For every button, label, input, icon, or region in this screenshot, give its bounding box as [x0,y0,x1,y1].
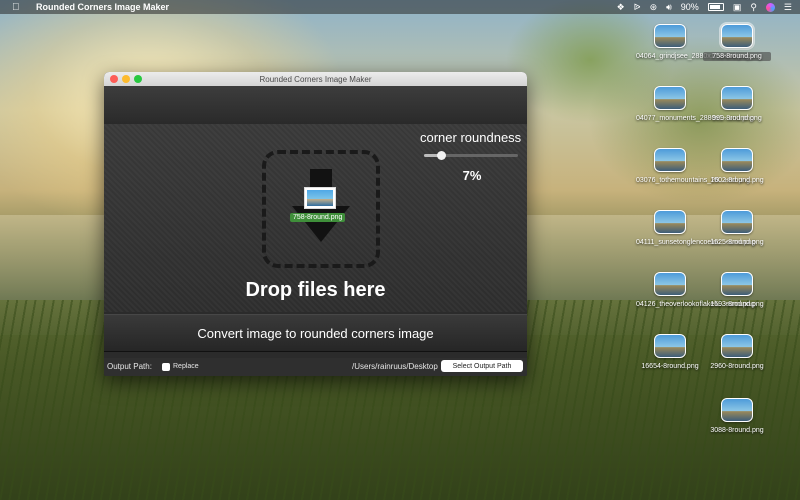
desktop-file[interactable]: 04077_monuments_2880x1...und.png [636,86,754,123]
roundness-slider[interactable] [424,151,518,160]
file-name: 04064_grindjsee_2880x1...ound.png [636,53,750,60]
file-thumbnail [719,22,755,50]
file-name: 04111_sunsetonglencoeloc...ound.png [636,239,756,246]
desktop-file[interactable]: 03076_tothemountains_28...und.png [636,148,751,185]
window-controls [110,75,142,83]
file-name: 16654-8round.png [641,363,699,370]
file-thumbnail [654,210,686,234]
search-icon[interactable]: ⚲ [750,2,757,13]
desktop-file[interactable]: 04064_grindjsee_2880x1...ound.png [636,24,750,61]
wifi-icon[interactable]: ⊛ [650,2,658,13]
minimize-button[interactable] [122,75,130,83]
bluetooth-icon[interactable]: ᐉ [634,2,641,13]
battery-icon[interactable] [707,3,724,11]
drop-label: Drop files here [245,279,386,301]
file-thumbnail [654,334,686,358]
desktop-file[interactable]: 04126_theoverlookoflakelu...ound.png [636,272,755,309]
file-name: 04077_monuments_2880x1...und.png [636,115,754,122]
desktop-file[interactable]: 1693-8round.png [703,272,771,309]
desktop-file[interactable]: 1625-8round.png [703,210,771,247]
desktop-file[interactable]: 1602-8round.png [703,148,771,185]
output-bar: Output Path: Replace /Users/rainruus/Des… [104,358,527,376]
desktop-file[interactable]: 3088-8round.png [703,398,771,435]
file-thumbnail [721,334,753,358]
notification-center-icon[interactable]: ☰ [784,2,792,13]
desktop-file[interactable]: 2960-8round.png [703,334,771,371]
volume-icon[interactable]: 🔊︎ [666,2,672,13]
replace-checkbox[interactable] [162,363,170,371]
file-name: 758-8round.png [703,52,771,61]
desktop-file[interactable]: 04111_sunsetonglencoeloc...ound.png [636,210,756,247]
file-thumbnail [721,86,753,110]
file-name: 1625-8round.png [710,239,764,246]
desktop-file[interactable]: 16654-8round.png [636,334,704,371]
file-thumbnail [721,398,753,422]
file-name: 1693-8round.png [710,301,764,308]
select-output-path-button[interactable]: Select Output Path [441,360,523,372]
zoom-button[interactable] [134,75,142,83]
window-titlebar[interactable]: Rounded Corners Image Maker [104,72,527,86]
file-thumbnail [721,272,753,296]
file-thumbnail [721,148,753,172]
dropbox-icon[interactable]: ❖ [617,2,625,13]
display-icon[interactable]: ▣ [733,2,742,13]
roundness-value: 7% [462,168,482,183]
roundness-slider-knob[interactable] [436,151,446,160]
battery-percent[interactable]: 90% [681,2,699,12]
file-thumbnail [654,24,686,48]
menu-app-name[interactable]: Rounded Corners Image Maker [36,2,169,12]
siri-icon[interactable] [765,2,775,12]
file-thumbnail [654,86,686,110]
file-name: 03076_tothemountains_28...und.png [636,177,751,184]
window-title: Rounded Corners Image Maker [259,74,372,84]
apple-icon[interactable]:  [12,2,22,13]
toolbar-band [104,86,527,125]
desktop-file[interactable]: 999-8round.png [703,86,771,123]
replace-label: Replace [173,363,199,370]
output-path-value: /Users/rainruus/Desktop [352,362,438,371]
file-name: 1602-8round.png [710,177,764,184]
file-name: 3088-8round.png [710,427,764,434]
file-name: 2960-8round.png [710,363,764,370]
menu-bar:  Rounded Corners Image Maker ❖ ᐉ ⊛ 🔊︎ 9… [0,0,800,14]
dropped-file-name: 758-8round.png [290,213,346,222]
menu-extras: ❖ ᐉ ⊛ 🔊︎ 90% ▣ ⚲ ☰ [617,0,792,14]
output-path-label: Output Path: [107,362,152,371]
file-thumbnail [721,210,753,234]
drop-area[interactable]: 758-8round.png Drop files here corner ro… [104,124,527,312]
app-window: Rounded Corners Image Maker 758-8round.p… [104,72,527,376]
roundness-label: corner roundness [420,130,522,145]
file-thumbnail [654,148,686,172]
convert-button[interactable]: Convert image to rounded corners image [104,314,527,352]
close-button[interactable] [110,75,118,83]
file-name: 999-8round.png [712,115,762,122]
file-thumbnail [654,272,686,296]
download-arrow-head [292,206,350,242]
desktop-file[interactable]: 758-8round.png [703,22,771,61]
file-name: 04126_theoverlookoflakelu...ound.png [636,301,755,308]
dropped-image-thumbnail [304,187,336,209]
